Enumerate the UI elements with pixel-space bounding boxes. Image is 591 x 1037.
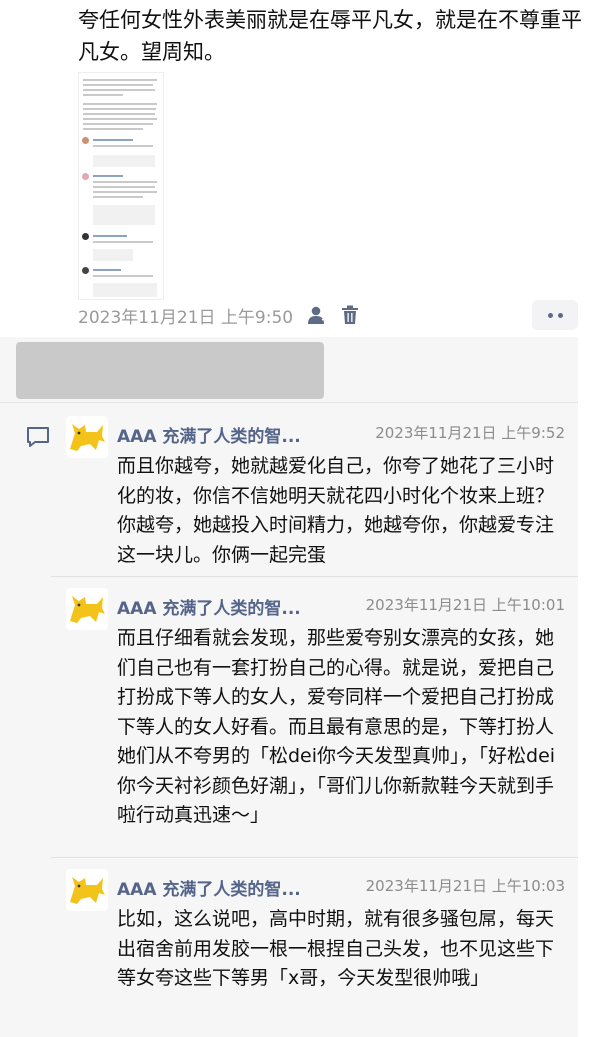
comment-author[interactable]: AAA 充满了人类的智... [117, 875, 301, 900]
comment-item[interactable]: AAA 充满了人类的智... 2023年11月21日 上午10:01 而且仔细看… [66, 588, 578, 848]
post-text: 夸任何女性外表美丽就是在辱平凡女，就是在不尊重平凡女。望周知。 [78, 8, 582, 64]
comment-item[interactable]: AAA 充满了人类的智... 2023年11月21日 上午10:03 比如，这么… [66, 869, 578, 1029]
comment-author[interactable]: AAA 充满了人类的智... [117, 422, 301, 447]
comment-divider [51, 857, 578, 858]
comment-author[interactable]: AAA 充满了人类的智... [117, 594, 301, 619]
panel-divider [0, 402, 578, 403]
comment-time: 2023年11月21日 上午10:01 [365, 596, 565, 614]
yellow-cat-avatar[interactable] [66, 588, 108, 630]
comment-text: 而且仔细看就会发现，那些爱夸别女漂亮的女孩，她们自己也有一套打扮自己的心得。就是… [117, 627, 556, 826]
comment-time: 2023年11月21日 上午9:52 [375, 424, 565, 442]
post-timestamp: 2023年11月21日 上午9:50 [78, 307, 294, 328]
comment-divider [51, 576, 578, 577]
comment-item[interactable]: AAA 充满了人类的智... 2023年11月21日 上午9:52 而且你越夸，… [66, 416, 578, 576]
post-meta: 2023年11月21日 上午9:50 [78, 300, 359, 330]
more-dots-icon[interactable] [532, 300, 578, 330]
person-icon[interactable] [307, 305, 328, 325]
comment-time: 2023年11月21日 上午10:03 [365, 877, 565, 895]
comment-text: 比如，这么说吧，高中时期，就有很多骚包屌，每天出宿舍前用发胶一根一根捏自己头发，… [117, 908, 555, 989]
comment-icon [26, 426, 50, 452]
likes-area-redacted [16, 342, 324, 399]
yellow-cat-avatar[interactable] [66, 416, 108, 458]
trash-icon[interactable] [341, 305, 359, 325]
yellow-cat-avatar[interactable] [66, 869, 108, 911]
post-image-thumbnail[interactable] [78, 72, 164, 300]
comment-text: 而且你越夸，她就越爱化自己，你夸了她花了三小时化的妆，你信不信她明天就花四小时化… [117, 455, 555, 566]
